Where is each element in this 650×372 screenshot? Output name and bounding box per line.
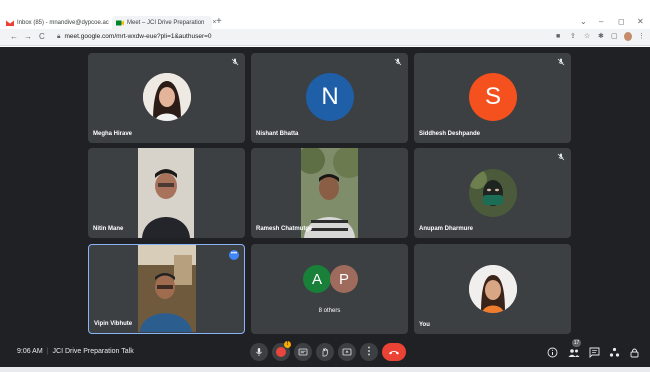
taskbar-edge — [0, 367, 650, 372]
participant-name: Siddhesh Deshpande — [419, 131, 481, 137]
participant-name: Vipin Vibhute — [94, 321, 133, 327]
participant-name: Nishant Bhatta — [256, 131, 299, 137]
extensions-icon[interactable]: ✱ — [598, 32, 604, 42]
avatar — [469, 265, 517, 313]
tab-title: Inbox (85) - mnandive@dypcoe.ac — [17, 19, 109, 26]
participant-tile[interactable]: Anupam Dharmure — [414, 148, 571, 238]
microphone-button[interactable] — [250, 343, 268, 361]
avatar: N — [306, 73, 354, 121]
maximize-button[interactable]: ◻ — [618, 16, 625, 28]
people-button[interactable]: 17 — [568, 339, 581, 358]
reload-button[interactable]: C — [39, 32, 45, 42]
participant-name: Nitin Mane — [93, 226, 124, 232]
meet-icon — [116, 19, 124, 27]
mic-off-icon — [557, 58, 565, 66]
address-bar[interactable]: 🔒︎ meet.google.com/mrt-wxdw-eue?pli=1&aut… — [57, 32, 212, 42]
present-icon — [342, 348, 352, 356]
hang-up-icon — [389, 351, 399, 355]
browser-menu-icon[interactable]: ⋮ — [638, 32, 645, 42]
video-feed — [138, 245, 196, 332]
captions-icon — [298, 348, 308, 356]
participant-tile-pinned[interactable]: ••• Vipin Vibhute — [88, 244, 245, 334]
share-icon[interactable]: ⇪ — [570, 32, 576, 42]
camera-button[interactable]: ! — [272, 341, 291, 361]
more-options-button[interactable]: ⋮ — [360, 343, 378, 361]
info-icon — [547, 347, 557, 357]
close-window-button[interactable]: ✕ — [637, 16, 644, 28]
bookmark-star-icon[interactable]: ☆ — [584, 32, 590, 42]
tab-gmail-inbox[interactable]: Inbox (85) - mnandive@dypcoe.ac × — [5, 16, 117, 29]
camera-indicator-icon[interactable]: ■ — [556, 32, 560, 42]
tab-search-icon[interactable]: ⌄ — [580, 16, 587, 28]
more-vert-icon: ⋮ — [364, 346, 374, 357]
mic-off-icon — [394, 58, 402, 66]
avatar — [143, 73, 191, 121]
separator: | — [46, 348, 49, 355]
participant-tile-self[interactable]: You — [414, 244, 571, 334]
avatar — [469, 169, 517, 217]
mic-off-icon — [231, 58, 239, 66]
tab-title: Meet – JCI Drive Preparation — [127, 19, 205, 26]
video-feed — [138, 148, 194, 238]
participant-tile[interactable]: Ramesh Chatmutge — [251, 148, 408, 238]
sidebar-icon[interactable]: ▢ — [611, 32, 618, 42]
browser-tab-strip: Inbox (85) - mnandive@dypcoe.ac × Meet –… — [0, 0, 650, 29]
hand-icon — [322, 348, 328, 357]
avatar: P — [330, 265, 358, 293]
meet-stage: Megha Hirave N Nishant Bhatta S Siddhesh… — [0, 47, 650, 367]
present-screen-button[interactable] — [338, 343, 356, 361]
avatar: A — [303, 265, 331, 293]
mic-off-icon — [557, 153, 565, 161]
gmail-icon — [5, 19, 15, 27]
participant-tile[interactable]: Nitin Mane — [88, 148, 245, 238]
leave-call-button[interactable] — [382, 343, 406, 361]
raise-hand-button[interactable] — [316, 343, 334, 361]
participant-count-badge: 17 — [572, 339, 581, 347]
host-controls-button[interactable] — [628, 346, 640, 358]
participant-name: 8 others — [318, 308, 341, 314]
tab-meet[interactable]: Meet – JCI Drive Preparation × — [112, 16, 216, 29]
chat-button[interactable] — [588, 346, 600, 358]
more-options-icon[interactable]: ••• — [229, 250, 239, 260]
participant-name: Ramesh Chatmutge — [256, 226, 313, 232]
activities-button[interactable] — [608, 346, 620, 358]
alert-badge: ! — [284, 341, 291, 348]
meeting-details-button[interactable] — [546, 346, 558, 358]
captions-button[interactable] — [294, 343, 312, 361]
meeting-time: 9:06 AM — [17, 348, 43, 355]
participant-tile[interactable]: S Siddhesh Deshpande — [414, 53, 571, 143]
participant-name: Megha Hirave — [93, 131, 133, 137]
participant-tile[interactable]: Megha Hirave — [88, 53, 245, 143]
minimize-button[interactable]: – — [599, 16, 603, 28]
meeting-info: 9:06 AM | JCI Drive Preparation Talk — [17, 348, 134, 355]
chat-icon — [589, 347, 599, 358]
forward-button[interactable]: → — [24, 32, 32, 42]
profile-avatar[interactable] — [624, 32, 632, 41]
meeting-title: JCI Drive Preparation Talk — [52, 348, 134, 355]
lock-person-icon — [630, 348, 638, 357]
participant-name: Anupam Dharmure — [419, 226, 474, 232]
participant-tile[interactable]: N Nishant Bhatta — [251, 53, 408, 143]
back-button[interactable]: ← — [10, 32, 18, 42]
activities-icon — [609, 347, 619, 357]
new-tab-button[interactable]: + — [216, 16, 222, 28]
address-bar-row: ← → C 🔒︎ meet.google.com/mrt-wxdw-eue?pli… — [0, 29, 650, 46]
participant-tile-others[interactable]: A P 8 others — [251, 244, 408, 334]
url-text: meet.google.com/mrt-wxdw-eue?pli=1&authu… — [64, 33, 212, 40]
people-icon — [568, 348, 580, 357]
avatar: S — [469, 73, 517, 121]
video-feed — [301, 148, 358, 238]
camera-icon — [276, 347, 286, 357]
microphone-icon — [256, 348, 262, 356]
lock-icon: 🔒︎ — [57, 33, 61, 40]
participant-name: You — [419, 322, 430, 328]
